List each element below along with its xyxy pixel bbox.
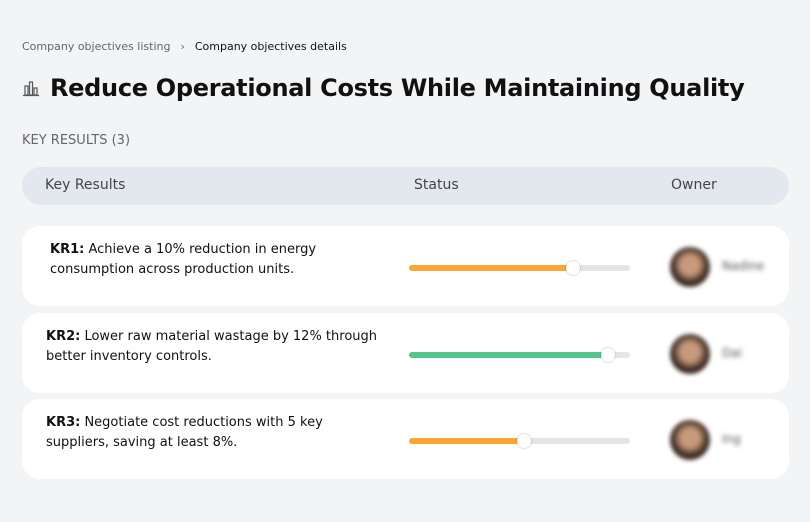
key-result-id: KR1: [50, 242, 85, 257]
key-result-text: KR1: Achieve a 10% reduction in energy c… [50, 240, 390, 280]
key-result-text: KR3: Negotiate cost reductions with 5 ke… [46, 413, 386, 453]
progress-bar[interactable] [409, 261, 630, 275]
breadcrumb: Company objectives listing › Company obj… [22, 40, 347, 53]
key-result-row[interactable]: KR3: Negotiate cost reductions with 5 ke… [22, 399, 789, 479]
owner-name: Ing [722, 432, 741, 446]
table-header: Key Results Status Owner [22, 167, 789, 205]
key-result-row[interactable]: KR1: Achieve a 10% reduction in energy c… [22, 226, 789, 306]
progress-fill [409, 352, 608, 358]
section-label: KEY RESULTS (3) [22, 133, 131, 148]
progress-fill [409, 438, 524, 444]
column-owner: Owner [671, 177, 717, 193]
page-header: Reduce Operational Costs While Maintaini… [22, 74, 745, 102]
progress-handle[interactable] [516, 434, 531, 448]
progress-bar[interactable] [409, 348, 630, 362]
building-chart-icon [23, 81, 39, 97]
key-result-description: Achieve a 10% reduction in energy consum… [50, 242, 317, 277]
key-result-id: KR2: [46, 329, 81, 344]
column-key-results: Key Results [45, 177, 126, 193]
avatar [670, 247, 710, 287]
key-result-text: KR2: Lower raw material wastage by 12% t… [46, 327, 386, 367]
key-result-id: KR3: [46, 415, 81, 430]
breadcrumb-parent-link[interactable]: Company objectives listing [22, 40, 170, 53]
owner-name: Dai [722, 346, 742, 360]
key-result-description: Lower raw material wastage by 12% throug… [46, 329, 378, 364]
page-title: Reduce Operational Costs While Maintaini… [50, 74, 745, 102]
progress-handle[interactable] [565, 261, 580, 275]
column-status: Status [414, 177, 459, 193]
key-result-row[interactable]: KR2: Lower raw material wastage by 12% t… [22, 313, 789, 393]
progress-bar[interactable] [409, 434, 630, 448]
avatar [670, 420, 710, 460]
chevron-right-icon: › [180, 40, 185, 53]
avatar [670, 334, 710, 374]
progress-handle[interactable] [600, 348, 615, 362]
progress-fill [409, 265, 573, 271]
key-result-description: Negotiate cost reductions with 5 key sup… [46, 415, 323, 450]
breadcrumb-current: Company objectives details [194, 40, 347, 53]
owner-name: Nadine [722, 259, 765, 273]
